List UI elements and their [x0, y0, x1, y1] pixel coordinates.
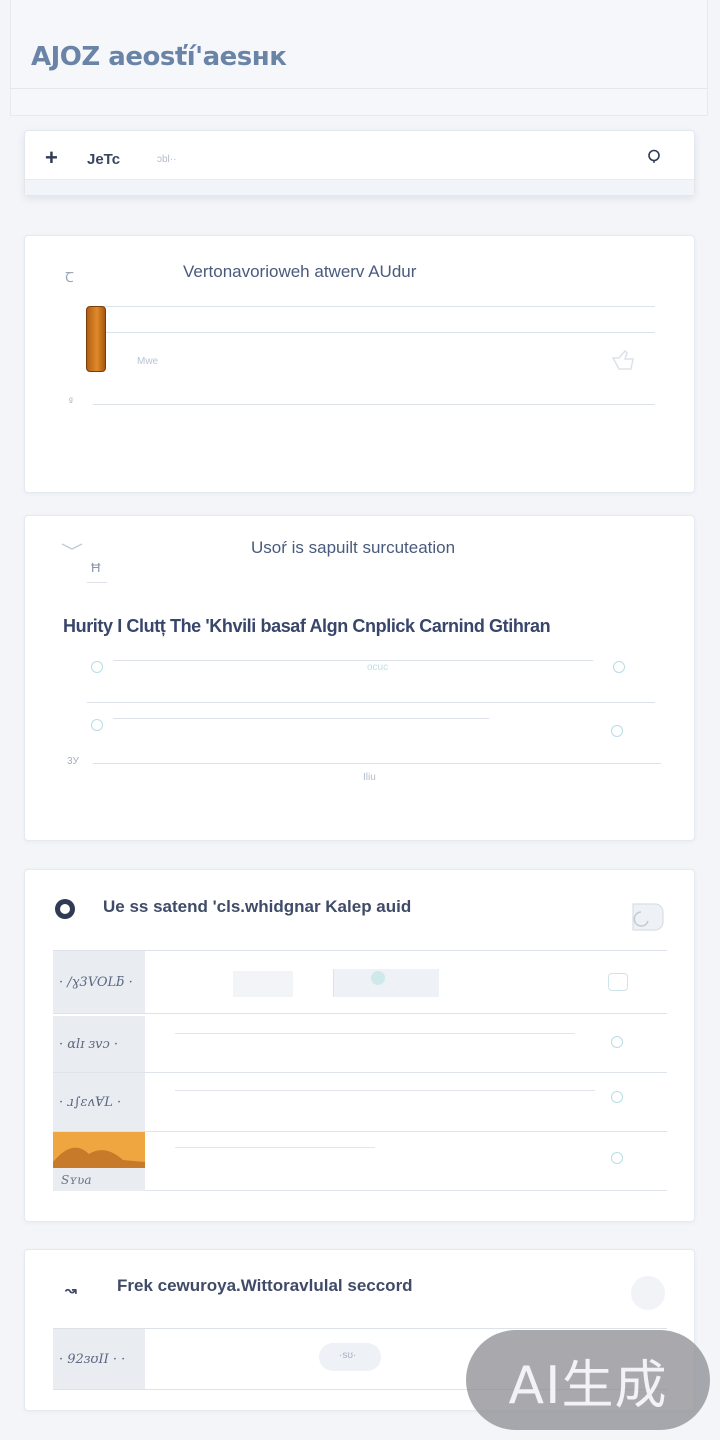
list-row[interactable]: · ɑlɪ ɜvɔ ·: [53, 1016, 667, 1073]
row-radio[interactable]: [611, 1152, 623, 1164]
thumbs-up-icon[interactable]: [609, 348, 637, 372]
row-line: [175, 1147, 375, 1148]
row-label: · /ɣ3VOLƃ ·: [53, 951, 145, 1013]
gridline: [93, 763, 661, 764]
axis-label: ᵍ: [69, 396, 73, 407]
gridline: [93, 404, 655, 405]
info-card: Ħ Usoŕ is sapuilt surcuteation Hurity I …: [24, 515, 695, 841]
row-thumbnail: Sʏʋa: [53, 1132, 145, 1191]
card-title: Ue ss satend 'cls.whidgnar Kalep auid: [103, 897, 412, 916]
status-pill[interactable]: ·sʊ·: [319, 1343, 381, 1371]
row-label: Sʏʋa: [61, 1173, 92, 1187]
arrow-icon: ↝: [65, 1282, 77, 1298]
card-corner-icon: Ꞇ: [65, 269, 74, 285]
row-line: [175, 1033, 575, 1034]
avatar[interactable]: [631, 1276, 665, 1310]
row-radio[interactable]: [611, 1036, 623, 1048]
chart-label: ocuc: [367, 662, 389, 673]
app-header: AJOZ aeosťí'aesнк: [10, 0, 708, 116]
search-bar-footer: [25, 179, 694, 195]
gridline: [93, 332, 655, 333]
search-hint: ɔbl··: [157, 154, 177, 165]
row-label: · ɑlɪ ɜvɔ ·: [53, 1016, 145, 1072]
axis-label-bottom: Iliu: [363, 772, 376, 783]
row-placeholder: [333, 969, 439, 997]
list-row[interactable]: Sʏʋa: [53, 1132, 667, 1191]
gridline: [113, 660, 593, 661]
row-dot: [371, 971, 385, 985]
row-label: · 92ɜʊII · ·: [53, 1329, 145, 1389]
row-radio[interactable]: [91, 661, 103, 673]
info-circle-icon: [55, 899, 75, 919]
plus-icon[interactable]: +: [45, 145, 58, 171]
search-icon[interactable]: [647, 149, 663, 165]
list-row[interactable]: · /ɣ3VOLƃ ·: [53, 951, 667, 1014]
watermark-text: AI生成: [508, 1355, 668, 1416]
row-placeholder: [233, 971, 293, 997]
card-heading: Hurity I Clutț The 'Khvili basaf Algn Cn…: [63, 616, 551, 636]
search-input[interactable]: JeTc: [87, 151, 120, 168]
app-title: AJOZ aeosťí'aesнк: [31, 42, 287, 72]
card-title: Usoŕ is sapuilt surcuteation: [251, 538, 456, 557]
check-icon[interactable]: [608, 973, 628, 991]
gridline: [93, 306, 655, 307]
row-radio[interactable]: [613, 661, 625, 673]
status-pill-text: ·sʊ·: [339, 1350, 357, 1361]
row-radio[interactable]: [91, 719, 103, 731]
progress-card: Ꞇ Vertonavorioweh atwerv AUdur Mwe ᵍ: [24, 235, 695, 493]
gridline: [113, 718, 489, 719]
row-radio[interactable]: [611, 1091, 623, 1103]
bar-label: Mwe: [137, 356, 159, 367]
side-tick: Ħ: [91, 560, 101, 575]
list-card: Ue ss satend 'cls.whidgnar Kalep auid · …: [24, 869, 695, 1222]
gridline: [87, 582, 107, 583]
gridline: [87, 702, 655, 703]
chat-bubble-icon[interactable]: [629, 900, 665, 934]
card-title: Frek cewuroya.Wittoravlulal seccord: [117, 1276, 413, 1295]
search-bar[interactable]: + JeTc ɔbl··: [24, 130, 695, 196]
chevron-down-icon[interactable]: [61, 542, 83, 552]
row-label: · ɹ∫ɛʌⱯL ·: [53, 1073, 145, 1131]
axis-label: 3У: [67, 756, 79, 767]
header-divider: [11, 88, 707, 89]
list-row[interactable]: · ɹ∫ɛʌⱯL ·: [53, 1073, 667, 1132]
thumbnail-image: [53, 1132, 145, 1168]
progress-bar: [86, 306, 106, 372]
card-title: Vertonavorioweh atwerv AUdur: [183, 262, 417, 281]
row-line: [175, 1090, 595, 1091]
row-radio[interactable]: [611, 725, 623, 737]
